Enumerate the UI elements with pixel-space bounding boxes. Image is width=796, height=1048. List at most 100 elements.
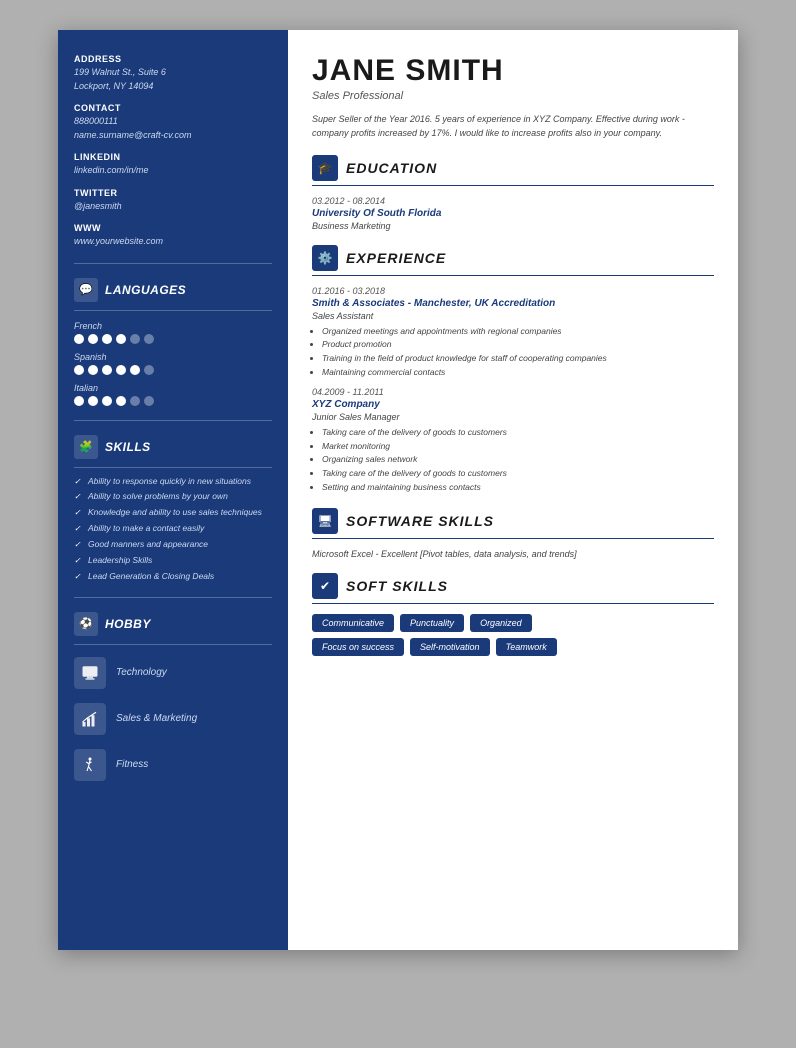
exp2-bullets: Taking care of the delivery of goods to …	[322, 426, 714, 494]
skill-item: Lead Generation & Closing Deals	[74, 571, 272, 583]
bullet-item: Organizing sales network	[322, 453, 714, 467]
skills-title: SKILLS	[105, 440, 151, 454]
software-title: SOFTWARE SKILLS	[346, 513, 494, 529]
contact-value: 888000111name.surname@craft-cv.com	[74, 115, 272, 142]
experience-title: EXPERIENCE	[346, 250, 446, 266]
bullet-item: Training in the field of product knowled…	[322, 352, 714, 366]
skill-item: Good manners and appearance	[74, 539, 272, 551]
education-dates: 03.2012 - 08.2014	[312, 196, 714, 206]
technology-icon	[74, 657, 106, 689]
candidate-summary: Super Seller of the Year 2016. 5 years o…	[312, 112, 714, 141]
exp1-company: Smith & Associates - Manchester, UK Accr…	[312, 298, 714, 309]
education-entry: 03.2012 - 08.2014 University Of South Fl…	[312, 196, 714, 231]
dot	[116, 334, 126, 344]
bullet-item: Market monitoring	[322, 440, 714, 454]
www-label: WWW	[74, 223, 272, 233]
skill-item: Ability to response quickly in new situa…	[74, 476, 272, 488]
address-label: ADDRESS	[74, 54, 272, 64]
address-block: ADDRESS 199 Walnut St., Suite 6Lockport,…	[74, 54, 272, 93]
skill-item: Knowledge and ability to use sales techn…	[74, 507, 272, 519]
skills-header: 🧩 SKILLS	[74, 435, 272, 459]
hobby-icon: ⚽	[74, 612, 98, 636]
dot-empty	[144, 396, 154, 406]
linkedin-value: linkedin.com/in/me	[74, 164, 272, 178]
dot	[74, 396, 84, 406]
resume: ADDRESS 199 Walnut St., Suite 6Lockport,…	[58, 30, 738, 950]
www-value: www.yourwebsite.com	[74, 235, 272, 249]
skill-item: Leadership Skills	[74, 555, 272, 567]
exp2-role: Junior Sales Manager	[312, 412, 714, 422]
skill-item: Ability to make a contact easily	[74, 523, 272, 535]
bullet-item: Setting and maintaining business contact…	[322, 481, 714, 495]
languages-header: 💬 LANGUAGES	[74, 278, 272, 302]
dot	[130, 365, 140, 375]
lang-name-spanish: Spanish	[74, 352, 272, 362]
experience-section: ⚙️ EXPERIENCE 01.2016 - 03.2018 Smith & …	[312, 245, 714, 494]
address-line1: 199 Walnut St., Suite 6Lockport, NY 1409…	[74, 66, 272, 93]
dot-empty	[144, 365, 154, 375]
hobby-header: ⚽ HOBBY	[74, 612, 272, 636]
education-header: 🎓 EDUCATION	[312, 155, 714, 181]
soft-skills-row2: Focus on success Self-motivation Teamwor…	[312, 638, 714, 656]
dot	[116, 396, 126, 406]
bullet-item: Organized meetings and appointments with…	[322, 325, 714, 339]
www-block: WWW www.yourwebsite.com	[74, 223, 272, 249]
badge-focus: Focus on success	[312, 638, 404, 656]
sidebar: ADDRESS 199 Walnut St., Suite 6Lockport,…	[58, 30, 288, 950]
soft-skills-icon: ✔	[312, 573, 338, 599]
badge-selfmotivation: Self-motivation	[410, 638, 490, 656]
skills-list: Ability to response quickly in new situa…	[74, 476, 272, 583]
dot	[74, 334, 84, 344]
twitter-block: TWITTER @janesmith	[74, 188, 272, 214]
experience-entry-2: 04.2009 - 11.2011 XYZ Company Junior Sal…	[312, 387, 714, 494]
sales-icon	[74, 703, 106, 735]
hobby-fitness: Fitness	[74, 749, 272, 781]
dot-empty	[144, 334, 154, 344]
exp1-bullets: Organized meetings and appointments with…	[322, 325, 714, 379]
dot-empty	[130, 334, 140, 344]
lang-dots-spanish	[74, 365, 272, 375]
software-text: Microsoft Excel - Excellent [Pivot table…	[312, 549, 714, 559]
dot	[102, 365, 112, 375]
candidate-title: Sales Professional	[312, 90, 714, 102]
soft-skills-title: SOFT SKILLS	[346, 578, 448, 594]
education-icon: 🎓	[312, 155, 338, 181]
exp2-company: XYZ Company	[312, 399, 714, 410]
bullet-item: Taking care of the delivery of goods to …	[322, 467, 714, 481]
software-header: 🖥 SOFTWARE SKILLS	[312, 508, 714, 534]
lang-name-italian: Italian	[74, 383, 272, 393]
contact-label: CONTACT	[74, 103, 272, 113]
education-field: Business Marketing	[312, 221, 714, 231]
lang-dots-italian	[74, 396, 272, 406]
education-section: 🎓 EDUCATION 03.2012 - 08.2014 University…	[312, 155, 714, 231]
bullet-item: Maintaining commercial contacts	[322, 366, 714, 380]
lang-name-french: French	[74, 321, 272, 331]
soft-skills-section: ✔ SOFT SKILLS Communicative Punctuality …	[312, 573, 714, 656]
dot	[88, 334, 98, 344]
dot	[102, 334, 112, 344]
software-icon: 🖥	[312, 508, 338, 534]
soft-skills-row1: Communicative Punctuality Organized	[312, 614, 714, 632]
fitness-icon	[74, 749, 106, 781]
candidate-name: JANE SMITH	[312, 54, 714, 88]
skill-item: Ability to solve problems by your own	[74, 491, 272, 503]
hobby-title: HOBBY	[105, 617, 151, 631]
exp1-role: Sales Assistant	[312, 311, 714, 321]
language-french: French	[74, 321, 272, 344]
experience-header: ⚙️ EXPERIENCE	[312, 245, 714, 271]
skills-icon: 🧩	[74, 435, 98, 459]
hobby-label-technology: Technology	[116, 667, 167, 678]
twitter-label: TWITTER	[74, 188, 272, 198]
software-section: 🖥 SOFTWARE SKILLS Microsoft Excel - Exce…	[312, 508, 714, 559]
dot	[102, 396, 112, 406]
bullet-item: Product promotion	[322, 338, 714, 352]
hobby-label-sales: Sales & Marketing	[116, 713, 197, 724]
language-spanish: Spanish	[74, 352, 272, 375]
twitter-value: @janesmith	[74, 200, 272, 214]
hobby-sales: Sales & Marketing	[74, 703, 272, 735]
lang-dots-french	[74, 334, 272, 344]
hobby-technology: Technology	[74, 657, 272, 689]
dot-empty	[130, 396, 140, 406]
dot	[88, 396, 98, 406]
badge-communicative: Communicative	[312, 614, 394, 632]
